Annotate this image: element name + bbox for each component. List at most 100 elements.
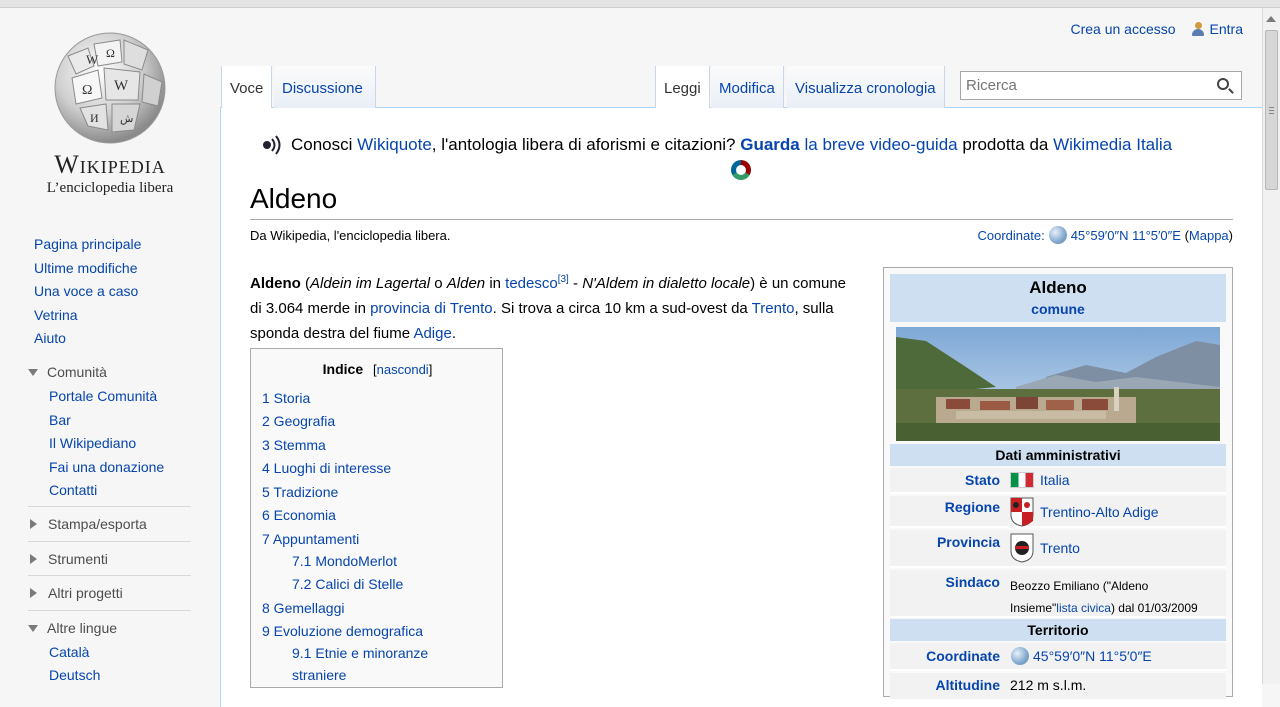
- italy-flag-icon: [1010, 472, 1034, 488]
- lead-text: -: [568, 275, 583, 292]
- toc-item-evoluzione[interactable]: 9 Evoluzione demografica: [262, 623, 423, 639]
- sidebar-section-other-projects[interactable]: Altri progetti: [28, 585, 123, 601]
- toc-title: Indice: [322, 361, 364, 377]
- vertical-scrollbar[interactable]: [1262, 8, 1280, 684]
- lead-bold-title: Aldeno: [250, 275, 301, 292]
- wikiquote-link[interactable]: Wikiquote: [357, 135, 432, 155]
- toc-item-storia[interactable]: 1 Storia: [262, 390, 310, 406]
- sidebar-item-contacts[interactable]: Contatti: [49, 482, 97, 498]
- video-guide-link[interactable]: la breve video-guida: [805, 135, 958, 155]
- tab-read[interactable]: Leggi: [655, 66, 710, 108]
- wikimedia-italia-link[interactable]: Wikimedia Italia: [1053, 135, 1172, 155]
- sidebar-item-featured[interactable]: Vetrina: [34, 307, 78, 323]
- globe-icon[interactable]: [1011, 647, 1029, 665]
- toc-item-stemma[interactable]: 3 Stemma: [262, 437, 326, 453]
- province-link[interactable]: provincia di Trento: [370, 300, 493, 317]
- collapsed-arrow-icon: [30, 554, 37, 564]
- row-label[interactable]: Sindaco: [890, 574, 1000, 590]
- search-icon[interactable]: [1217, 78, 1229, 90]
- reference-link[interactable]: [3]: [558, 274, 569, 285]
- trento-link[interactable]: Trento: [752, 300, 795, 317]
- sidebar-item-community-portal[interactable]: Portale Comunità: [49, 388, 157, 404]
- sidebar-section-languages[interactable]: Altre lingue: [28, 620, 117, 636]
- civic-list-link[interactable]: lista civica: [1056, 601, 1111, 615]
- row-label[interactable]: Regione: [890, 499, 1000, 515]
- toc-hide-link[interactable]: nascondi: [377, 362, 429, 377]
- login-link[interactable]: Entra: [1210, 21, 1243, 37]
- search-box: [960, 71, 1242, 100]
- toc-item-appuntamenti[interactable]: 7 Appuntamenti: [262, 531, 359, 547]
- sidebar-item-lang-catala[interactable]: Català: [49, 644, 89, 660]
- sidebar-item-donate[interactable]: Fai una donazione: [49, 459, 164, 475]
- infobox-type-link[interactable]: comune: [890, 301, 1226, 317]
- sidebar-divider: [28, 541, 191, 542]
- tab-edit[interactable]: Modifica: [711, 66, 784, 108]
- tab-talk[interactable]: Discussione: [274, 66, 376, 108]
- town-panorama-image[interactable]: [896, 327, 1220, 441]
- expanded-arrow-icon: [28, 368, 38, 376]
- lead-paragraph: Aldeno (Aldein im Lagertal o Alden in te…: [250, 267, 860, 346]
- guarda-link[interactable]: Guarda: [740, 135, 800, 155]
- toc-item-geografia[interactable]: 2 Geografia: [262, 413, 335, 429]
- sidebar-item-wikipediano[interactable]: Il Wikipediano: [49, 435, 136, 451]
- row-value: Italia: [1010, 472, 1070, 488]
- italia-link[interactable]: Italia: [1040, 472, 1070, 488]
- tab-history[interactable]: Visualizza cronologia: [787, 66, 945, 108]
- lead-italic: Alden: [446, 275, 486, 292]
- svg-text:W: W: [114, 78, 129, 94]
- mayor-text: Beozzo Emiliano ("Aldeno: [1010, 579, 1149, 593]
- sidebar-divider: [28, 506, 191, 507]
- adige-link[interactable]: Adige: [413, 325, 451, 342]
- row-value: Trentino-Alto Adige: [1010, 497, 1159, 527]
- sidebar-item-help[interactable]: Aiuto: [34, 330, 66, 346]
- lead-text: . Si trova a circa 10 km a sud-ovest da: [492, 300, 752, 317]
- infobox-row-sindaco: Sindaco Beozzo Emiliano ("Aldeno Insieme"…: [890, 570, 1226, 618]
- row-label[interactable]: Coordinate: [890, 648, 1000, 664]
- row-value: 45°59′0″N 11°5′0″E: [1007, 647, 1152, 665]
- infobox-row-altitudine: Altitudine 212 m s.l.m.: [890, 673, 1226, 701]
- sidebar-section-label: Strumenti: [48, 551, 108, 567]
- sidebar-section-label: Stampa/esporta: [48, 516, 147, 532]
- sidebar-item-lang-deutsch[interactable]: Deutsch: [49, 667, 100, 683]
- toc-item-etnie[interactable]: 9.1 Etnie e minoranze: [292, 645, 428, 661]
- globe-icon[interactable]: [1048, 226, 1067, 244]
- toc-item-tradizione[interactable]: 5 Tradizione: [262, 484, 338, 500]
- trento-province-link[interactable]: Trento: [1040, 540, 1080, 556]
- wikipedia-logo[interactable]: W Ω Ω W И ش Wikipedia L’enciclopedia lib…: [28, 26, 198, 206]
- row-label[interactable]: Provincia: [890, 534, 1000, 550]
- sidebar-section-label: Altri progetti: [48, 585, 123, 601]
- german-link[interactable]: tedesco: [505, 275, 558, 292]
- tab-article[interactable]: Voce: [221, 66, 273, 108]
- sidebar-section-print-export[interactable]: Stampa/esporta: [28, 516, 147, 532]
- map-link[interactable]: Mappa: [1189, 228, 1229, 243]
- toc-item-etnie-cont[interactable]: straniere: [292, 667, 346, 683]
- table-of-contents: Indice [nascondi] 1 Storia 2 Geografia 3…: [250, 348, 503, 688]
- toc-item-gemellaggi[interactable]: 8 Gemellaggi: [262, 600, 345, 616]
- sidebar-item-bar[interactable]: Bar: [49, 412, 71, 428]
- coords-label: Coordinate:: [977, 227, 1045, 243]
- sidebar-section-tools[interactable]: Strumenti: [28, 551, 108, 567]
- svg-text:W: W: [86, 52, 99, 67]
- coords-link[interactable]: 45°59′0″N 11°5′0″E: [1071, 228, 1181, 243]
- toc-item-mondomerlot[interactable]: 7.1 MondoMerlot: [292, 553, 397, 569]
- sidebar-item-main-page[interactable]: Pagina principale: [34, 236, 141, 252]
- create-account-link[interactable]: Crea un accesso: [1070, 21, 1175, 37]
- lead-italic: N'Aldem in dialetto locale: [582, 275, 751, 292]
- toc-item-luoghi[interactable]: 4 Luoghi di interesse: [262, 460, 391, 476]
- admin-data-header: Dati amministrativi: [890, 444, 1226, 466]
- infobox-coords-link[interactable]: 45°59′0″N 11°5′0″E: [1033, 648, 1152, 664]
- notice-text: Conosci: [291, 135, 358, 154]
- infobox-row-regione: Regione Trentino-Alto Adige: [890, 496, 1226, 528]
- scroll-up-arrow-icon[interactable]: [1266, 16, 1276, 22]
- scrollbar-thumb[interactable]: [1265, 30, 1278, 190]
- toc-item-economia[interactable]: 6 Economia: [262, 507, 336, 523]
- toc-item-calici[interactable]: 7.2 Calici di Stelle: [292, 576, 403, 592]
- sidebar-section-community[interactable]: Comunità: [28, 364, 107, 380]
- sidebar-item-random[interactable]: Una voce a caso: [34, 283, 138, 299]
- row-label[interactable]: Altitudine: [890, 677, 1000, 693]
- trentino-link[interactable]: Trentino-Alto Adige: [1040, 504, 1159, 520]
- row-label[interactable]: Stato: [890, 472, 1000, 488]
- sidebar-item-recent-changes[interactable]: Ultime modifiche: [34, 260, 137, 276]
- search-input[interactable]: [961, 72, 1201, 99]
- infobox-row-coordinate: Coordinate 45°59′0″N 11°5′0″E: [890, 643, 1226, 671]
